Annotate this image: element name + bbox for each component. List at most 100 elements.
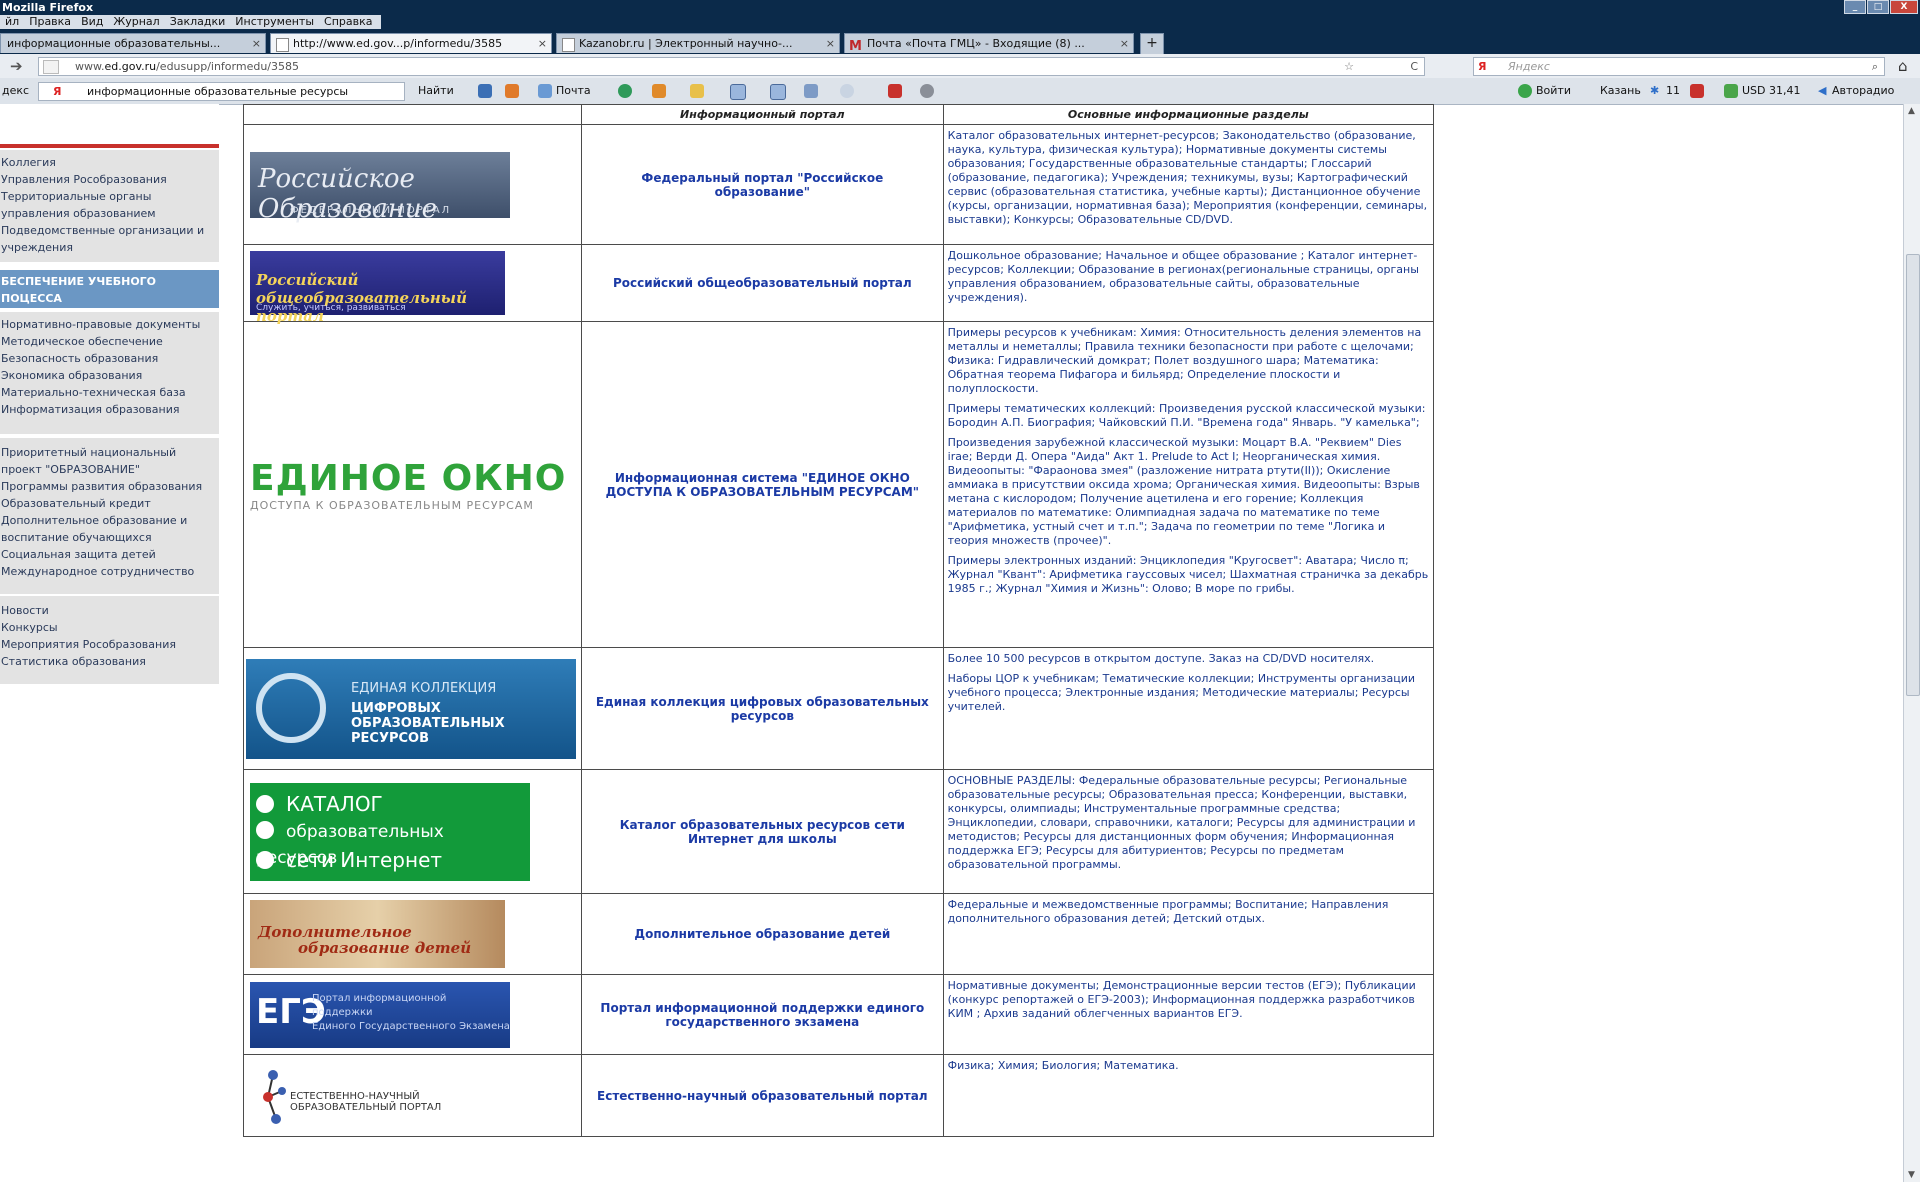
tab-1[interactable]: http://www.ed.gov...p/informedu/3585 ×	[270, 33, 552, 53]
sidebar-item[interactable]: Подведомственные организации и	[0, 222, 219, 239]
back-arrow-icon[interactable]: ➔	[10, 57, 23, 75]
new-tab-button[interactable]: +	[1140, 33, 1164, 55]
sidebar-item[interactable]: Экономика образования	[0, 367, 219, 384]
portal-name-link[interactable]: Каталог образовательных ресурсов сети Ин…	[580, 769, 944, 894]
sidebar-item[interactable]: управления образованием	[0, 205, 219, 222]
digital-collection-logo[interactable]: ЕДИНАЯ КОЛЛЕКЦИЯ ЦИФРОВЫХ ОБРАЗОВАТЕЛЬНЫ…	[246, 658, 576, 759]
toolbar-icon-2[interactable]	[505, 84, 519, 98]
temperature-label[interactable]: 11	[1666, 84, 1680, 97]
logo-text: сети Интернет	[286, 847, 443, 872]
tab-2[interactable]: Kazanobr.ru | Электронный научно-... ×	[556, 33, 840, 53]
menu-tools[interactable]: Инструменты	[230, 15, 319, 29]
portal-name-link[interactable]: Информационная система "ЕДИНОЕ ОКНО ДОСТ…	[580, 321, 944, 648]
portal-name-link[interactable]: Единая коллекция цифровых образовательны…	[580, 647, 944, 770]
additional-education-logo[interactable]: Дополнительное образование детей	[250, 900, 505, 968]
sidebar-item[interactable]: Материально-техническая база	[0, 384, 219, 401]
login-button[interactable]: Войти	[1536, 84, 1571, 97]
sidebar-item[interactable]: Методическое обеспечение	[0, 333, 219, 350]
toolbar-icon-5[interactable]	[730, 84, 746, 100]
toolbar-icon-1[interactable]	[478, 84, 492, 98]
sidebar-item[interactable]: Новости	[0, 602, 219, 619]
chat-icon[interactable]	[840, 84, 854, 98]
sidebar-item[interactable]: Нормативно-правовые документы	[0, 316, 219, 333]
toolbar-icon-4[interactable]	[652, 84, 666, 98]
currency-label[interactable]: USD 31,41	[1742, 84, 1801, 97]
menu-view[interactable]: Вид	[76, 15, 108, 29]
reload-icon[interactable]: C	[1410, 58, 1418, 75]
sidebar-item[interactable]: Информатизация образования	[0, 401, 219, 418]
toolbar-icon-3[interactable]	[618, 84, 632, 98]
search-icon[interactable]: ⌕	[1872, 58, 1878, 75]
menu-help[interactable]: Справка	[319, 15, 377, 29]
portal-name-link[interactable]: Российский общеобразовательный портал	[580, 244, 944, 322]
sidebar-item[interactable]: Конкурсы	[0, 619, 219, 636]
close-window-icon[interactable]: X	[1890, 0, 1918, 14]
toolbar-search-input[interactable]: Я информационные образовательные ресурсы	[38, 82, 405, 101]
traffic-icon[interactable]	[1690, 84, 1704, 98]
russian-education-logo[interactable]: Российское Образование ФЕДЕРАЛЬНЫЙ ПОРТА…	[250, 151, 510, 224]
gear-icon[interactable]	[920, 84, 934, 98]
scrollbar-thumb[interactable]	[1906, 254, 1920, 696]
maximize-icon[interactable]: □	[1867, 0, 1889, 14]
sidebar-item[interactable]: Мероприятия Рособразования	[0, 636, 219, 653]
mail-button[interactable]: Почта	[556, 84, 591, 97]
menu-history[interactable]: Журнал	[108, 15, 164, 29]
sidebar-item[interactable]: Приоритетный национальный	[0, 444, 219, 461]
sidebar-item[interactable]: воспитание обучающихся	[0, 529, 219, 546]
login-icon[interactable]	[1518, 84, 1532, 98]
toolbar-brand[interactable]: декс	[2, 84, 29, 97]
sidebar-item[interactable]: учреждения	[0, 239, 219, 256]
tab-0[interactable]: информационные образовательны... ×	[0, 33, 266, 53]
tab-page-icon	[562, 38, 575, 52]
sidebar-section-heading[interactable]: БЕСПЕЧЕНИЕ УЧЕБНОГО ПОЦЕССА	[0, 270, 219, 308]
portal-name-link[interactable]: Федеральный портал "Российское образован…	[580, 124, 944, 245]
natural-science-portal-logo[interactable]: ЕСТЕСТВЕННО-НАУЧНЫЙ ОБРАЗОВАТЕЛЬНЫЙ ПОРТ…	[250, 1065, 500, 1127]
portal-name-link[interactable]: Портал информационной поддержки единого …	[580, 974, 944, 1055]
find-button[interactable]: Найти	[418, 84, 454, 97]
toolbar-icon-8[interactable]	[888, 84, 902, 98]
toolbar-icon-6[interactable]	[770, 84, 786, 100]
bookmark-star-icon[interactable]: ☆	[1344, 58, 1354, 75]
general-education-portal-logo[interactable]: Российский общеобразовательный портал Сл…	[250, 251, 505, 325]
portal-name-link[interactable]: Дополнительное образование детей	[580, 893, 944, 975]
currency-icon[interactable]	[1724, 84, 1738, 98]
toolbar-icon-7[interactable]	[804, 84, 818, 98]
ege-portal-logo[interactable]: ЕГЭ Портал информационной поддержки Едино…	[250, 981, 510, 1048]
tab-close-icon[interactable]: ×	[826, 34, 835, 53]
tab-3[interactable]: M Почта «Почта ГМЦ» - Входящие (8) ... ×	[844, 33, 1134, 53]
sidebar-item[interactable]: Международное сотрудничество	[0, 563, 219, 580]
description-text: Физика; Химия; Биология; Математика.	[947, 1059, 1179, 1072]
tab-close-icon[interactable]: ×	[252, 34, 261, 53]
city-label[interactable]: Казань	[1600, 84, 1641, 97]
address-bar[interactable]: www.ed.gov.ru/edusupp/informedu/3585 ☆ C	[38, 57, 1425, 76]
vertical-scrollbar[interactable]: ▲ ▼	[1903, 104, 1920, 1182]
search-field[interactable]: Я Яндекс ⌕	[1473, 57, 1885, 76]
scroll-up-icon[interactable]: ▲	[1908, 106, 1915, 116]
sidebar-item[interactable]: Образовательный кредит	[0, 495, 219, 512]
sidebar-item[interactable]: Дополнительное образование и	[0, 512, 219, 529]
minimize-icon[interactable]: _	[1844, 0, 1866, 14]
site-identity-icon[interactable]	[43, 60, 59, 74]
menu-file[interactable]: йл	[0, 15, 24, 29]
table-row: Российский общеобразовательный портал Сл…	[243, 244, 1435, 325]
scroll-down-icon[interactable]: ▼	[1908, 1170, 1915, 1180]
sidebar-item[interactable]: Безопасность образования	[0, 350, 219, 367]
sidebar-item[interactable]: Управления Рособразования	[0, 171, 219, 188]
sidebar-item[interactable]: Программы развития образования	[0, 478, 219, 495]
menu-bookmarks[interactable]: Закладки	[165, 15, 231, 29]
radio-label[interactable]: Авторадио	[1832, 84, 1894, 97]
sidebar-item[interactable]: Территориальные органы	[0, 188, 219, 205]
sidebar-item[interactable]: Коллегия	[0, 154, 219, 171]
sidebar-item[interactable]: Статистика образования	[0, 653, 219, 670]
single-window-logo[interactable]: ЕДИНОЕ ОКНО ДОСТУПА К ОБРАЗОВАТЕЛЬНЫМ РЕ…	[250, 458, 575, 512]
mail-icon[interactable]	[538, 84, 552, 98]
sidebar-item[interactable]: проект "ОБРАЗОВАНИЕ"	[0, 461, 219, 478]
sidebar-item[interactable]: Социальная защита детей	[0, 546, 219, 563]
catalog-logo[interactable]: КАТАЛОГ образовательных ресурсов сети Ин…	[250, 782, 530, 881]
star-icon[interactable]	[690, 84, 704, 98]
home-icon[interactable]: ⌂	[1898, 57, 1908, 75]
tab-close-icon[interactable]: ×	[1120, 34, 1129, 53]
tab-close-icon[interactable]: ×	[538, 34, 547, 53]
menu-edit[interactable]: Правка	[24, 15, 76, 29]
portal-name-link[interactable]: Естественно-научный образовательный порт…	[580, 1054, 944, 1137]
